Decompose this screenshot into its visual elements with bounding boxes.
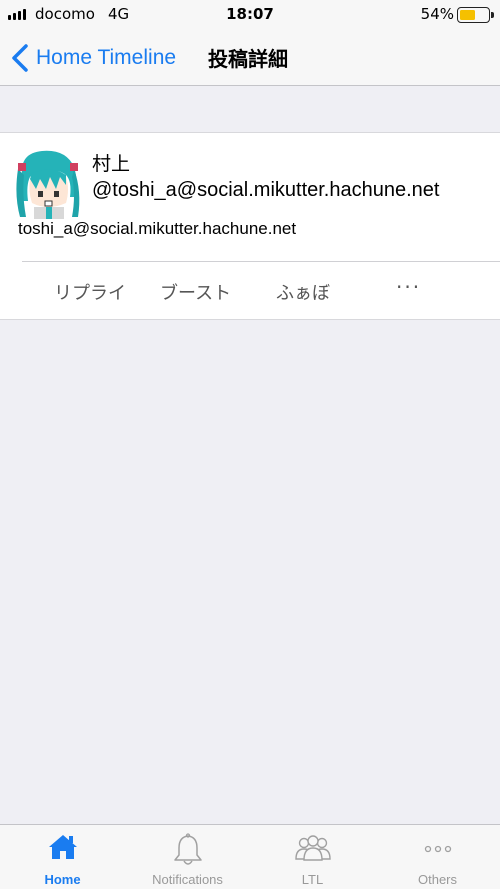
navigation-bar: Home Timeline 投稿詳細 [0,30,500,86]
display-name[interactable]: 村上 [92,149,130,176]
more-dots-icon [424,845,451,853]
reply-button[interactable]: リプライ [54,279,126,305]
people-icon [294,835,331,861]
tab-home[interactable]: Home [0,825,125,889]
tab-others-label: Others [417,872,457,887]
status-bar: docomo 4G 18:07 54% [0,0,500,30]
page-title: 投稿詳細 [208,47,288,71]
tab-ltl[interactable]: LTL [250,825,375,889]
tab-notifications-label: Notifications [152,872,223,887]
battery-cap [491,12,494,18]
tab-ltl-label: LTL [301,872,324,887]
post-content: toshi_a@social.mikutter.hachune.net [18,219,297,238]
battery-icon [457,7,490,23]
tab-notifications[interactable]: Notifications [125,825,250,889]
boost-button[interactable]: ブースト [160,279,231,305]
battery-fill [460,10,475,20]
tab-others[interactable]: Others [375,825,500,889]
avatar-miku-icon[interactable] [16,145,82,219]
bell-icon [173,833,202,865]
home-icon [48,835,77,859]
battery-percent: 54% [420,5,454,23]
more-actions-button[interactable]: ··· [396,275,421,299]
favourite-button[interactable]: ふぁぼ [276,279,330,305]
tab-bar: Home Notifications LTL Others [0,824,500,889]
back-button[interactable]: Home Timeline [8,38,176,78]
chevron-left-icon [12,44,28,72]
post-card: 村上 @toshi_a@social.mikutter.hachune.net … [0,132,500,320]
back-label: Home Timeline [36,46,177,69]
account-handle[interactable]: @toshi_a@social.mikutter.hachune.net [92,179,439,202]
divider [22,261,500,262]
tab-home-label: Home [44,872,81,887]
